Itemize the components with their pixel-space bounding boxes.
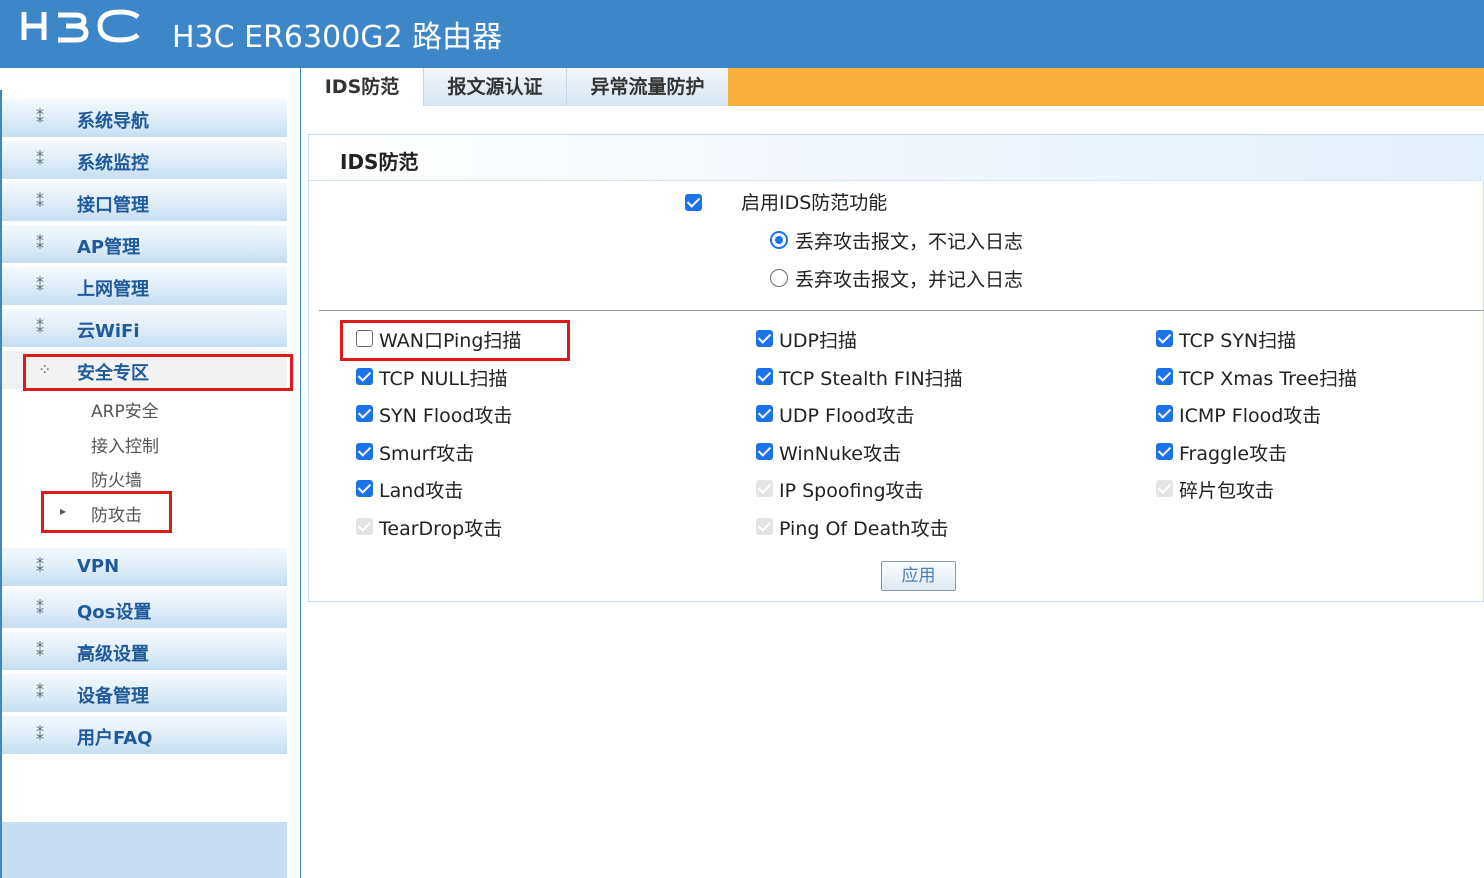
ping-of-death-checkbox: [756, 518, 773, 535]
sidebar-subitem-arp[interactable]: ARP安全: [91, 397, 159, 422]
sidebar-item-system-monitor[interactable]: ⁑ 系统监控: [2, 141, 287, 179]
sidebar-item-vpn[interactable]: ⁑ VPN: [2, 548, 287, 586]
app-title: H3C ER6300G2 路由器: [172, 20, 503, 55]
syn-flood-checkbox[interactable]: [356, 405, 373, 422]
expand-arrows-icon: ⁑: [36, 234, 44, 253]
sidebar-background: [2, 822, 287, 878]
tcp-xmas-tree-label: TCP Xmas Tree扫描: [1179, 368, 1357, 390]
tab-source-auth[interactable]: 报文源认证: [423, 68, 566, 106]
winnuke-checkbox[interactable]: [756, 443, 773, 460]
ping-of-death-label: Ping Of Death攻击: [779, 518, 949, 540]
winnuke-label: WinNuke攻击: [779, 443, 901, 465]
mode-label-no-log: 丢弃攻击报文，不记入日志: [795, 231, 1024, 253]
sidebar-item-label: 上网管理: [77, 279, 149, 300]
highlight-box-wan-ping: [340, 320, 570, 361]
syn-flood-label: SYN Flood攻击: [379, 405, 513, 427]
sidebar-item-cloud-wifi[interactable]: ⁑ 云WiFi: [2, 309, 287, 347]
tcp-syn-scan-label: TCP SYN扫描: [1179, 330, 1297, 352]
expand-arrows-icon: ⁑: [36, 318, 44, 337]
tcp-stealth-fin-label: TCP Stealth FIN扫描: [779, 368, 963, 390]
expand-arrows-icon: ⁑: [36, 683, 44, 702]
tcp-null-scan-label: TCP NULL扫描: [379, 368, 508, 390]
udp-scan-checkbox[interactable]: [756, 330, 773, 347]
fraggle-checkbox[interactable]: [1156, 443, 1173, 460]
sidebar-item-internet[interactable]: ⁑ 上网管理: [2, 267, 287, 305]
sidebar-item-ap[interactable]: ⁑ AP管理: [2, 225, 287, 263]
land-label: Land攻击: [379, 480, 464, 502]
mode-radio-log[interactable]: [770, 269, 788, 287]
panel-header: IDS防范: [309, 135, 1484, 181]
sidebar-item-system-nav[interactable]: ⁑ 系统导航: [2, 99, 287, 137]
sidebar-item-label: 接口管理: [77, 195, 149, 216]
tcp-stealth-fin-checkbox[interactable]: [756, 368, 773, 385]
smurf-checkbox[interactable]: [356, 443, 373, 460]
enable-ids-label: 启用IDS防范功能: [741, 192, 888, 214]
sidebar-item-label: Qos设置: [77, 602, 152, 623]
tab-ids[interactable]: IDS防范: [301, 68, 423, 106]
sidebar-item-label: AP管理: [77, 237, 141, 258]
tcp-xmas-tree-checkbox[interactable]: [1156, 368, 1173, 385]
sidebar-item-faq[interactable]: ⁑ 用户FAQ: [2, 716, 287, 754]
app-header: H3C ER6300G2 路由器: [0, 0, 1484, 68]
enable-ids-checkbox[interactable]: [685, 194, 702, 211]
expand-arrows-icon: ⁑: [36, 108, 44, 127]
expand-arrows-icon: ⁑: [36, 150, 44, 169]
expand-arrows-icon: ⁑: [36, 276, 44, 295]
expand-arrows-icon: ⁑: [36, 641, 44, 660]
ip-spoofing-checkbox: [756, 480, 773, 497]
sidebar-item-label: 系统导航: [77, 111, 149, 132]
sidebar-item-label: 云WiFi: [77, 321, 140, 342]
sidebar-item-label: 用户FAQ: [77, 728, 153, 749]
mode-radio-no-log[interactable]: [770, 231, 788, 249]
sidebar-item-label: 系统监控: [77, 153, 149, 174]
teardrop-label: TearDrop攻击: [379, 518, 503, 540]
sidebar-subitem-access-control[interactable]: 接入控制: [91, 432, 159, 457]
tab-abnormal-traffic[interactable]: 异常流量防护: [566, 68, 728, 106]
sidebar-item-interface[interactable]: ⁑ 接口管理: [2, 183, 287, 221]
fragment-attack-checkbox: [1156, 480, 1173, 497]
sidebar-item-advanced[interactable]: ⁑ 高级设置: [2, 632, 287, 670]
apply-button[interactable]: 应用: [881, 561, 956, 591]
sidebar-item-device[interactable]: ⁑ 设备管理: [2, 674, 287, 712]
sidebar-item-label: 高级设置: [77, 644, 149, 665]
icmp-flood-checkbox[interactable]: [1156, 405, 1173, 422]
fraggle-label: Fraggle攻击: [1179, 443, 1288, 465]
sidebar-item-qos[interactable]: ⁑ Qos设置: [2, 590, 287, 628]
tcp-syn-scan-checkbox[interactable]: [1156, 330, 1173, 347]
sidebar-item-label: VPN: [77, 556, 120, 577]
tab-bar: IDS防范 报文源认证 异常流量防护: [301, 68, 1484, 106]
expand-arrows-icon: ⁑: [36, 725, 44, 744]
udp-flood-label: UDP Flood攻击: [779, 405, 915, 427]
teardrop-checkbox: [356, 518, 373, 535]
expand-arrows-icon: ⁑: [36, 557, 44, 576]
smurf-label: Smurf攻击: [379, 443, 475, 465]
ip-spoofing-label: IP Spoofing攻击: [779, 480, 924, 502]
expand-arrows-icon: ⁑: [36, 599, 44, 618]
h3c-logo: [21, 9, 140, 43]
sidebar-subitem-firewall[interactable]: 防火墙: [91, 466, 142, 491]
tcp-null-scan-checkbox[interactable]: [356, 368, 373, 385]
fragment-attack-label: 碎片包攻击: [1179, 480, 1275, 502]
panel-title: IDS防范: [340, 150, 419, 174]
expand-arrows-icon: ⁑: [36, 192, 44, 211]
section-divider: [319, 310, 1484, 311]
highlight-box-anti-attack: [41, 491, 172, 533]
udp-flood-checkbox[interactable]: [756, 405, 773, 422]
ids-panel: IDS防范 启用IDS防范功能 丢弃攻击报文，不记入日志 丢弃攻击报文，并记入日…: [308, 134, 1484, 602]
icmp-flood-label: ICMP Flood攻击: [1179, 405, 1322, 427]
sidebar-item-label: 设备管理: [77, 686, 149, 707]
land-checkbox[interactable]: [356, 480, 373, 497]
udp-scan-label: UDP扫描: [779, 330, 857, 352]
highlight-box-security: [23, 354, 293, 391]
mode-label-log: 丢弃攻击报文，并记入日志: [795, 269, 1024, 291]
